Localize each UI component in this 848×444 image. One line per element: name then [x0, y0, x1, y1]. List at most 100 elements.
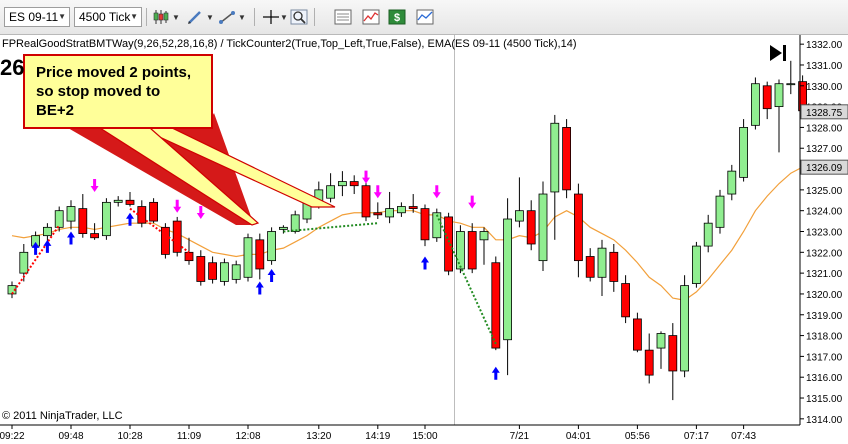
callout-text-line: so stop moved to — [36, 83, 160, 100]
time-tick-label: 12:08 — [235, 431, 260, 442]
candle-body — [326, 185, 336, 199]
period-select[interactable]: 4500 Tick ▼ — [74, 7, 142, 27]
candle-body — [609, 251, 619, 282]
candle — [420, 204, 430, 247]
candle — [633, 312, 642, 353]
candle — [361, 181, 371, 222]
price-tick-label: 1318.00 — [806, 332, 843, 343]
candle-body — [231, 264, 241, 280]
candle-body — [219, 262, 229, 282]
price-tick-label: 1317.00 — [806, 352, 843, 363]
indicator-button[interactable] — [414, 6, 436, 28]
price-tick-label: 1323.00 — [806, 228, 843, 239]
price-tick-label: 1314.00 — [806, 415, 843, 426]
candle-body — [656, 333, 666, 349]
price-chart[interactable]: Price moved 2 points, so stop moved to BE+… — [0, 35, 848, 444]
tick-counter: 26 — [0, 55, 24, 80]
strategy-icon: $ — [388, 9, 406, 25]
candle-body — [160, 226, 170, 255]
price-tick-label: 1321.00 — [806, 269, 843, 280]
time-tick-label: 05:56 — [625, 431, 650, 442]
candle-body — [774, 83, 784, 108]
candle-body — [125, 199, 135, 205]
candle-body — [66, 206, 76, 222]
time-tick-label: 09:48 — [58, 431, 83, 442]
price-tick-label: 1325.00 — [806, 186, 843, 197]
candle-body — [349, 181, 359, 187]
candle — [751, 77, 760, 130]
price-tick-label: 1332.00 — [806, 40, 843, 51]
candle-body — [172, 220, 182, 253]
candle-body — [208, 262, 218, 280]
price-tick-label: 1328.00 — [806, 123, 843, 134]
candlestick-icon — [153, 10, 169, 24]
chart-style-dropdown[interactable]: ▼ — [170, 6, 182, 28]
line-tool-button[interactable] — [216, 6, 238, 28]
chart-properties-button[interactable] — [360, 6, 382, 28]
candle-body — [680, 285, 689, 372]
candle-body — [137, 206, 147, 224]
drawing-tool-button[interactable] — [184, 6, 206, 28]
candle — [172, 216, 182, 257]
time-tick-label: 07:43 — [731, 431, 756, 442]
chevron-down-icon: ▼ — [238, 12, 246, 22]
price-tick-label: 1315.00 — [806, 394, 843, 405]
candle-body — [420, 208, 430, 241]
indicator-icon — [416, 9, 434, 25]
time-tick-label: 11:09 — [177, 431, 202, 442]
candle-body — [562, 127, 571, 191]
strategy-button[interactable]: $ — [386, 6, 408, 28]
candle-body — [90, 233, 99, 239]
price-tick-label: 1322.00 — [806, 248, 843, 259]
time-tick-label: 10:28 — [117, 431, 142, 442]
candle-body — [19, 251, 29, 274]
candle-body — [633, 318, 642, 351]
drawing-tool-dropdown[interactable]: ▼ — [204, 6, 216, 28]
svg-text:$: $ — [394, 12, 400, 24]
candle — [267, 227, 277, 265]
candle — [444, 212, 454, 276]
period-value: 4500 Tick — [79, 10, 131, 24]
candle — [432, 208, 442, 242]
candle-body — [762, 85, 772, 110]
zoom-button[interactable] — [288, 6, 310, 28]
candle-body — [491, 262, 501, 349]
time-tick-label: 04:01 — [566, 431, 591, 442]
candle-body — [692, 245, 701, 284]
candle-body — [184, 251, 194, 262]
candle-body — [408, 206, 418, 210]
candlestick-button[interactable] — [150, 6, 172, 28]
candle-body — [196, 256, 206, 282]
last-price-label: 1328.75 — [806, 108, 843, 119]
candle-body — [361, 185, 371, 218]
candle — [739, 119, 748, 182]
candle — [219, 258, 229, 286]
candle-body — [668, 335, 678, 372]
toolbar-separator — [146, 8, 147, 26]
candle-body — [78, 208, 88, 234]
chevron-down-icon: ▼ — [172, 12, 180, 22]
price-tick-label: 1319.00 — [806, 311, 843, 322]
line-tool-dropdown[interactable]: ▼ — [236, 6, 248, 28]
instrument-select[interactable]: ES 09-11 ▼ — [4, 7, 70, 27]
callout-text-line: BE+2 — [36, 102, 74, 119]
candle-body — [102, 201, 111, 237]
candle-body — [479, 231, 489, 241]
candle — [715, 189, 725, 234]
chevron-down-icon: ▼ — [206, 12, 214, 22]
candle-body — [467, 231, 477, 270]
candle-body — [703, 222, 713, 247]
candle-body — [550, 122, 560, 193]
time-tick-label: 15:00 — [412, 431, 437, 442]
candle-body — [255, 239, 265, 270]
price-tick-label: 1320.00 — [806, 290, 843, 301]
data-box-button[interactable] — [332, 6, 354, 28]
candle-body — [715, 195, 725, 228]
candle — [160, 223, 170, 259]
time-tick-label: 09:22 — [0, 431, 25, 442]
copyright-text: © 2011 NinjaTrader, LLC — [2, 410, 123, 422]
candle-body — [621, 283, 630, 318]
candle-body — [149, 201, 159, 222]
candle-body — [526, 210, 536, 245]
price-tick-label: 1324.00 — [806, 207, 843, 218]
